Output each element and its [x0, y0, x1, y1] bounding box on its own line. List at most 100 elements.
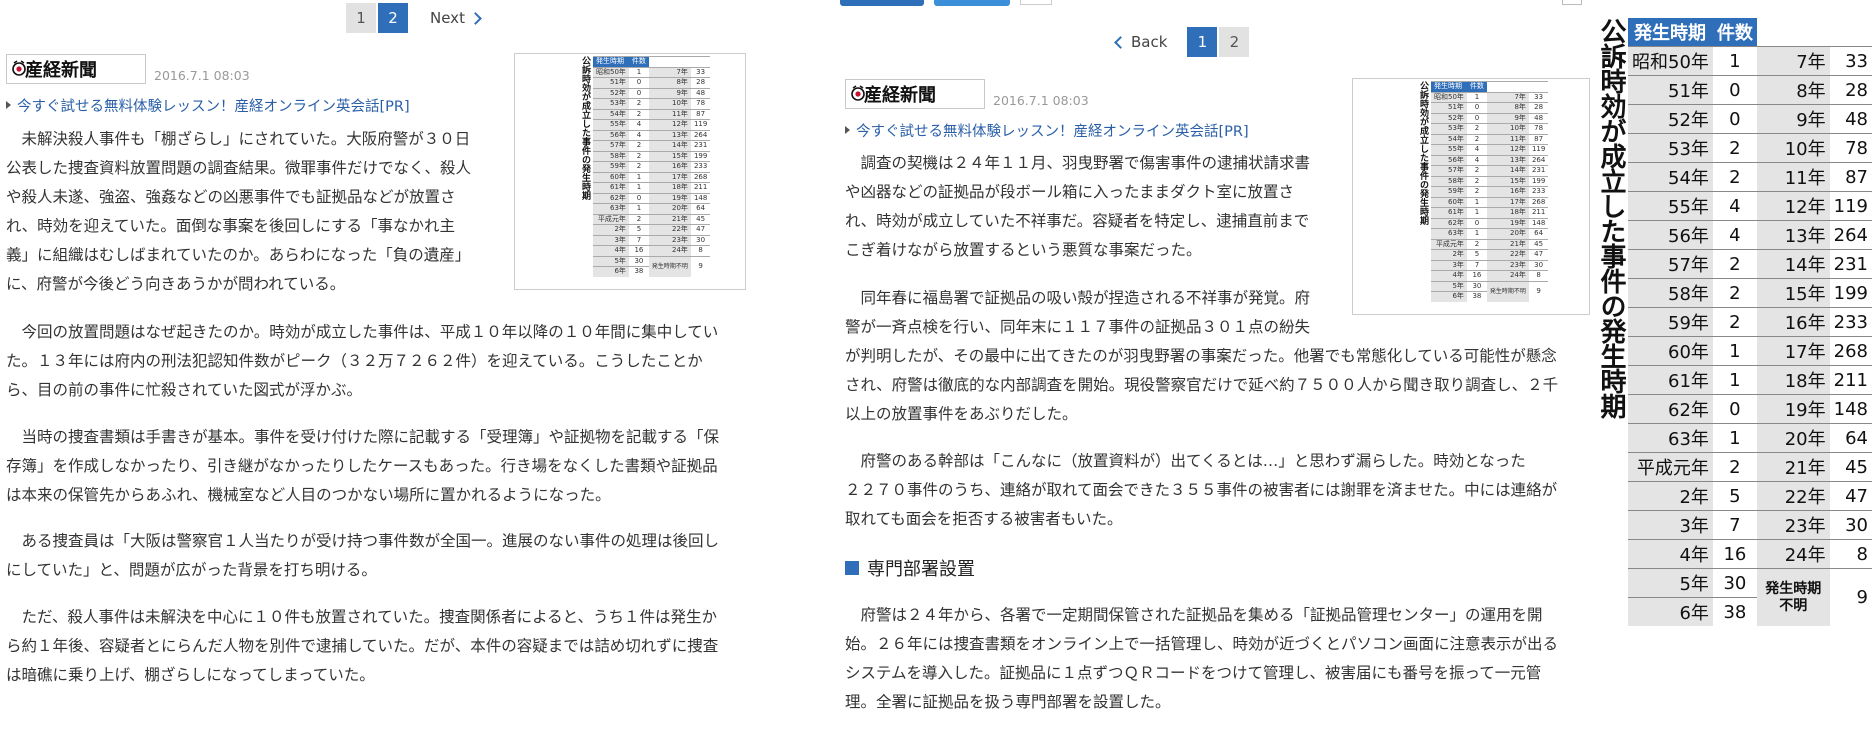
next-link[interactable]: Next [430, 9, 482, 27]
thumbnail-cell: 48 [1528, 112, 1549, 124]
thumbnail-cell: 1 [628, 182, 649, 193]
thumbnail-cell: 4 [1466, 154, 1487, 166]
thumbnail-cell: 119 [1528, 144, 1549, 155]
thumbnail-cell: 4年 [1431, 270, 1467, 281]
period-cell: 22年 [1756, 481, 1830, 511]
thumbnail-row: 平成元年 2 21年 45 [593, 213, 711, 225]
thumbnail-row: 56年 4 13年 264 [593, 129, 711, 141]
back-link[interactable]: Back [1114, 33, 1168, 51]
thumbnail-cell: 16年 [648, 161, 691, 172]
section-heading: 専門部署設置 [845, 555, 975, 581]
thumbnail-cell: 5 [628, 224, 649, 235]
period-cell: 19年 [1756, 394, 1830, 424]
thumbnail-row: 58年 2 15年 199 [1431, 175, 1549, 187]
thumbnail-cell: 1 [628, 171, 649, 183]
thumbnail-cell: 8年 [1486, 102, 1529, 113]
table-row: 63年 1 20年 64 [1628, 423, 1872, 453]
share-button-fragment[interactable] [840, 0, 924, 6]
pr-link[interactable]: 今すぐ試せる無料体験レッスン！産経オンライン英会話[PR] [845, 120, 1249, 141]
period-cell: 2年 [1628, 481, 1713, 511]
thumbnail-cell: 231 [1528, 165, 1549, 176]
thumbnail-cell: 0 [1466, 102, 1487, 113]
thumbnail-cell: 45 [1528, 238, 1549, 250]
back-label: Back [1131, 33, 1168, 51]
print-icon[interactable] [1562, 0, 1582, 5]
thumbnail-row: 61年 1 18年 211 [1431, 207, 1549, 218]
thumbnail-cell: 平成元年 [1431, 238, 1467, 250]
logo-text: 産経新聞 [864, 85, 936, 106]
thumbnail-cell: 51年 [593, 77, 629, 88]
count-cell: 38 [1712, 597, 1757, 626]
table-thumbnail[interactable]: 公訴時効が成立した事件の発生時期 発生時期 件数 昭和50年 1 7年 33 51年 0 8年 28… [1352, 78, 1590, 315]
thumbnail-cell: 19年 [648, 192, 691, 204]
thumbnail-row: 63年 1 20年 64 [593, 203, 711, 214]
thumbnail-cell: 61年 [1431, 207, 1467, 218]
count-cell: 8 [1829, 539, 1872, 569]
thumbnail-cell: 18年 [648, 182, 691, 193]
count-cell: 4 [1712, 220, 1757, 250]
thumbnail-cell: 53年 [1431, 123, 1467, 134]
table-row: 5年 30 発生時期 不明 9 [1628, 568, 1872, 626]
period-unknown-line: 不明 [1779, 597, 1808, 614]
thumbnail-row: 平成元年 2 21年 45 [1431, 238, 1549, 250]
thumbnail-cell: 昭和50年 [593, 66, 629, 78]
period-cell: 52年 [1628, 104, 1713, 134]
article-paragraph-3: 当時の捜査書類は手書きが基本。事件を受け付けた際に記載する「受理簿」や証拠物を記… [6, 428, 720, 504]
table-row: 58年 2 15年 199 [1628, 278, 1872, 308]
thumbnail-row: 63年 1 20年 64 [1431, 228, 1549, 239]
thumbnail-cell: 7 [628, 234, 649, 246]
period-cell: 7年 [1756, 46, 1830, 76]
count-unknown-cell: 9 [1829, 568, 1872, 626]
thumbnail-cell: 33 [1528, 91, 1549, 103]
share-button-fragment[interactable] [1020, 0, 1052, 5]
thumbnail-cell: 199 [690, 150, 711, 162]
thumbnail-cell: 6年 [593, 266, 629, 277]
period-cell: 62年 [1628, 394, 1713, 424]
page-link-1-current[interactable]: 1 [1187, 27, 1218, 57]
thumbnail-row: 54年 2 11年 87 [593, 108, 711, 120]
thumbnail-cell: 23年 [1486, 259, 1529, 271]
period-unknown-cell: 発生時期 不明 [1756, 568, 1830, 626]
period-cell: 11年 [1756, 162, 1830, 192]
share-button-fragment[interactable] [934, 0, 1010, 6]
thumbnail-header-row: 発生時期 件数 [1431, 81, 1549, 92]
page-link-1[interactable]: 1 [346, 3, 376, 33]
thumbnail-cell: 12年 [648, 119, 691, 130]
period-cell: 4年 [1628, 539, 1713, 569]
chevron-right-icon [469, 11, 482, 25]
page-link-2-current[interactable]: 2 [378, 3, 408, 33]
period-cell: 5年 [1628, 568, 1713, 598]
thumbnail-cell: 15年 [648, 150, 691, 162]
thumbnail-cell: 12年 [1486, 144, 1529, 155]
page-link-2[interactable]: 2 [1219, 27, 1250, 57]
table-row: 62年 0 19年 148 [1628, 394, 1872, 424]
thumbnail-row: 60年 1 17年 268 [1431, 196, 1549, 208]
thumbnail-cell: 2 [1466, 186, 1487, 197]
thumbnail-cell: 33 [690, 66, 711, 78]
thumbnail-cell: 60年 [593, 171, 629, 183]
thumbnail-cell: 17年 [648, 171, 691, 183]
pagination: Back 1 2 [1114, 27, 1251, 57]
table-thumbnail[interactable]: 公訴時効が成立した事件の発生時期 発生時期 件数 昭和50年 1 7年 33 51年 0 8年 28… [514, 53, 746, 290]
count-cell: 45 [1829, 452, 1872, 482]
thumbnail-cell: 2 [628, 140, 649, 151]
thumbnail-cell: 78 [1528, 123, 1549, 134]
count-cell: 1 [1712, 423, 1757, 453]
thumbnail-cell: 1 [1466, 207, 1487, 218]
count-cell: 30 [1829, 510, 1872, 540]
thumbnail-cell: 211 [1528, 207, 1549, 218]
thumbnail-row: 55年 4 12年 119 [593, 119, 711, 130]
table-row: 2年 5 22年 47 [1628, 481, 1872, 511]
period-cell: 61年 [1628, 365, 1713, 395]
count-cell: 1 [1712, 336, 1757, 366]
table-row: 53年 2 10年 78 [1628, 133, 1872, 163]
count-cell: 78 [1829, 133, 1872, 163]
period-cell: 55年 [1628, 191, 1713, 221]
thumbnail-row: 4年 16 24年 8 [593, 245, 711, 256]
thumbnail-cell: 233 [690, 161, 711, 172]
thumbnail-row: 58年 2 15年 199 [593, 150, 711, 162]
thumbnail-title: 公訴時効が成立した事件の発生時期 [580, 56, 590, 200]
pr-link[interactable]: 今すぐ試せる無料体験レッスン！産経オンライン英会話[PR] [6, 95, 410, 116]
table-row: 59年 2 16年 233 [1628, 307, 1872, 337]
thumbnail-cell: 51年 [1431, 102, 1467, 113]
